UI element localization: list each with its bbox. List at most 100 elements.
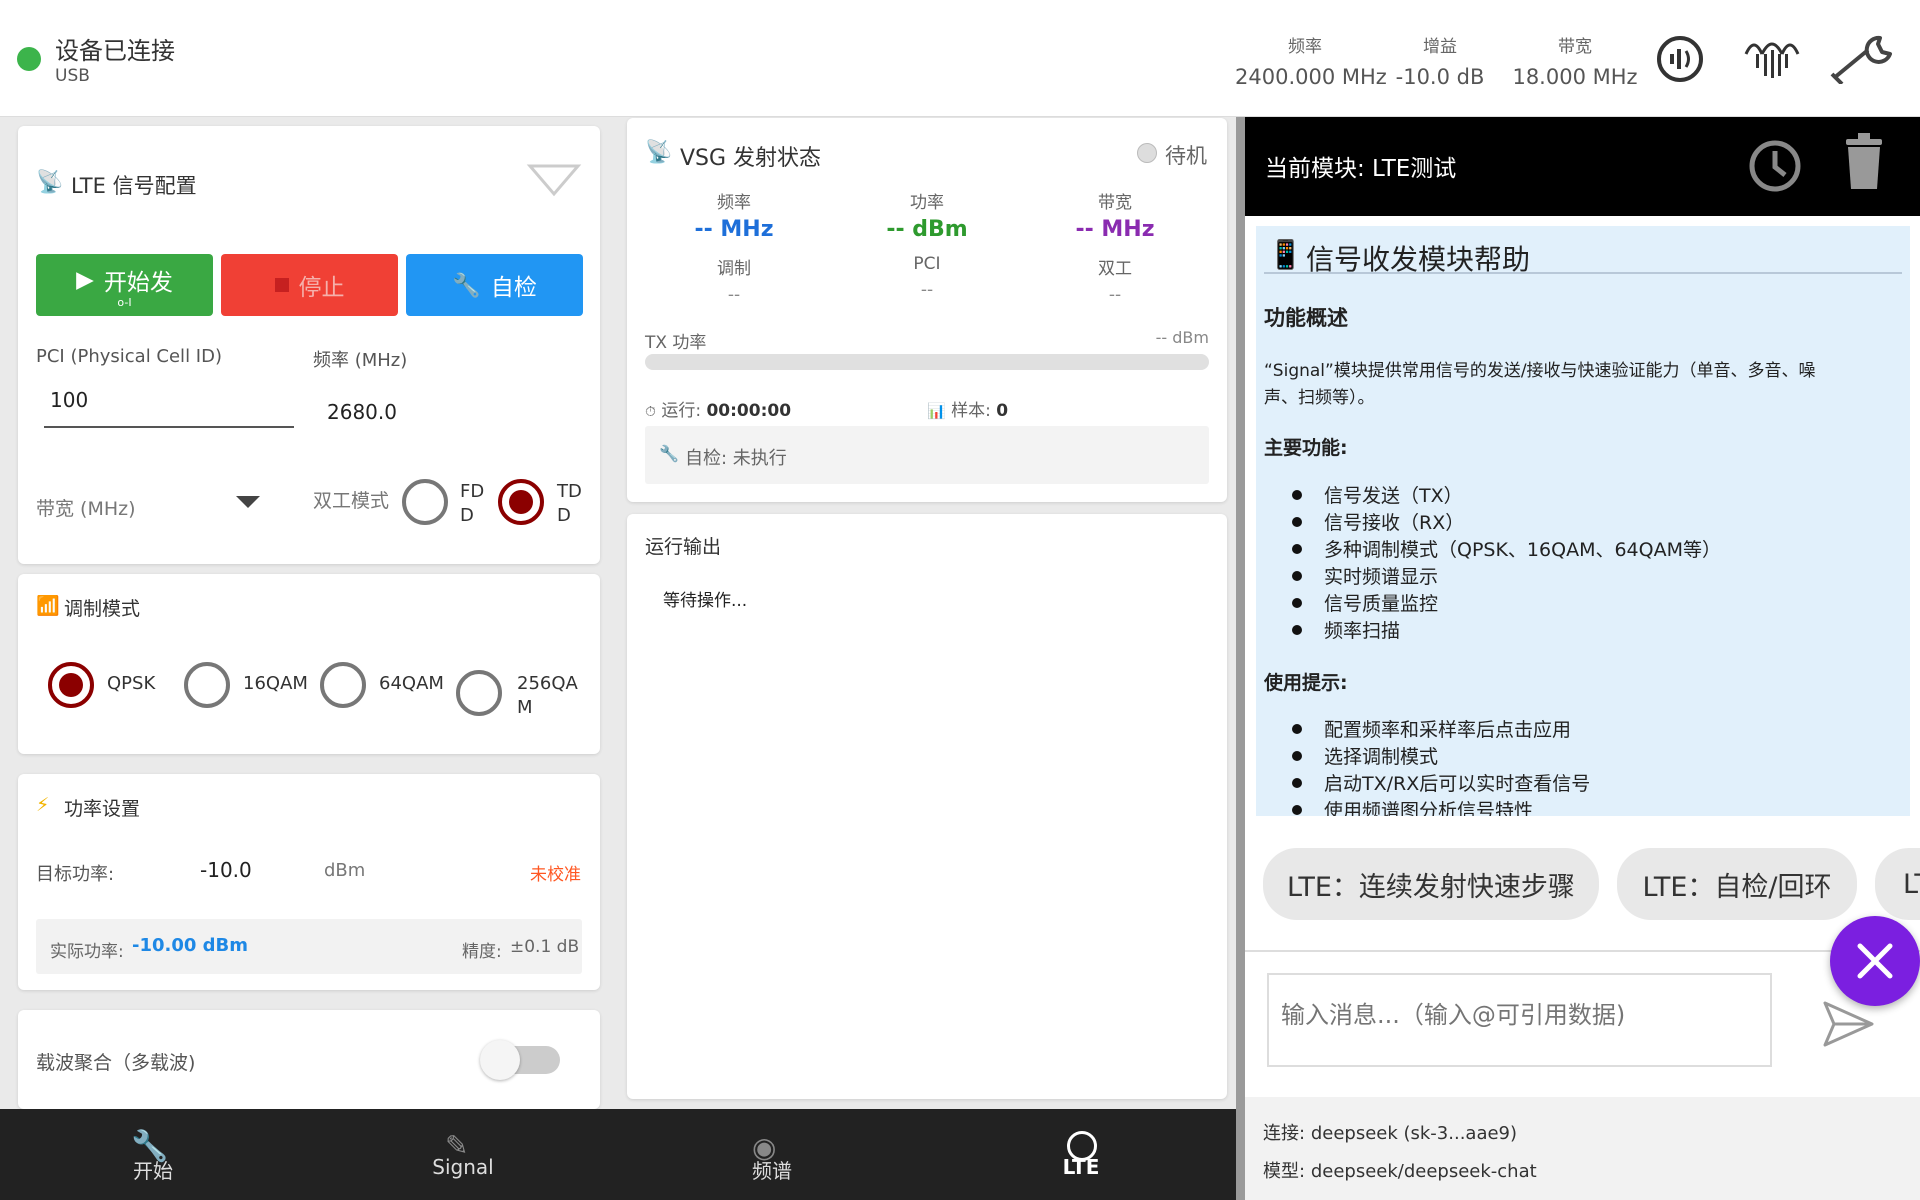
chevron-down-icon[interactable] bbox=[236, 496, 260, 510]
chart-icon: 📊 bbox=[927, 402, 946, 420]
metric-label: 频率 bbox=[717, 193, 751, 213]
quick-chips-row: LTE：连续发射快速步骤 LTE：自检/回环 LT bbox=[1245, 830, 1920, 920]
modulation-64qam-label: 64QAM bbox=[379, 673, 444, 694]
precision-label: 精度: bbox=[462, 942, 502, 962]
metric-value: -- bbox=[1108, 285, 1122, 305]
start-tx-label: 开始发 bbox=[103, 269, 173, 296]
nav-spectrum[interactable]: ◉ 频谱 bbox=[712, 1131, 832, 1184]
help-title-divider bbox=[1264, 272, 1902, 274]
panel-divider[interactable] bbox=[1236, 117, 1245, 1200]
current-module: 当前模块: LTE测试 bbox=[1265, 156, 1457, 182]
modulation-64qam-radio[interactable] bbox=[320, 662, 366, 708]
actual-power-box: 实际功率: -10.00 dBm 精度: ±0.1 dB bbox=[36, 919, 582, 974]
duplex-fdd-label: FD D bbox=[460, 481, 485, 526]
duplex-fdd-radio[interactable] bbox=[402, 479, 448, 525]
runtime-value: 00:00:00 bbox=[706, 401, 792, 421]
metric-label: PCI bbox=[913, 254, 941, 274]
target-power-input[interactable]: -10.0 bbox=[200, 858, 252, 882]
frequency-input[interactable]: 2680.0 bbox=[327, 400, 397, 424]
model-value: deepseek/deepseek-chat bbox=[1310, 1161, 1537, 1182]
pci-label: PCI (Physical Cell ID) bbox=[36, 346, 222, 367]
modulation-256qam-radio[interactable] bbox=[456, 670, 502, 716]
frequency-label: 频率 (MHz) bbox=[313, 350, 408, 371]
wrench-small-icon: 🔧 bbox=[452, 272, 481, 299]
vsg-status-title: VSG 发射状态 bbox=[680, 146, 822, 171]
stop-button[interactable]: 停止 bbox=[221, 254, 398, 316]
send-icon[interactable] bbox=[1822, 1000, 1876, 1048]
waveform-icon[interactable] bbox=[1744, 32, 1800, 82]
wrench-icon[interactable] bbox=[1828, 34, 1896, 84]
signal-meter-icon[interactable] bbox=[1655, 34, 1705, 84]
collapse-triangle-icon[interactable] bbox=[526, 160, 582, 200]
chip-continuous-tx[interactable]: LTE：连续发射快速步骤 bbox=[1263, 848, 1599, 920]
history-clock-icon[interactable] bbox=[1748, 139, 1802, 193]
duplex-tdd-radio[interactable] bbox=[498, 479, 544, 525]
actual-power-value: -10.00 dBm bbox=[132, 935, 249, 956]
duplex-tdd-label: TD D bbox=[557, 481, 582, 526]
stat-gain: 增益 -10.0 dB bbox=[1390, 32, 1490, 89]
tx-power-bar bbox=[645, 354, 1209, 370]
target-power-unit: dBm bbox=[324, 860, 366, 881]
connection-status-title: 设备已连接 bbox=[55, 37, 175, 65]
close-icon bbox=[1857, 943, 1893, 979]
start-tx-button[interactable]: ▶ 开始发 o-I bbox=[36, 254, 213, 316]
antenna-icon: 📡 bbox=[645, 140, 673, 165]
selftest-status: 自检: 未执行 bbox=[685, 448, 787, 469]
metric-pci: PCI -- bbox=[852, 254, 1002, 300]
lte-config-card: 📡 LTE 信号配置 ▶ 开始发 o-I 停止 🔧 自检 PCI (Physica… bbox=[18, 126, 600, 564]
play-icon: ▶ bbox=[76, 266, 94, 293]
message-input[interactable] bbox=[1267, 973, 1772, 1067]
modulation-qpsk-radio[interactable] bbox=[48, 662, 94, 708]
nav-lte[interactable]: LTE bbox=[1021, 1131, 1141, 1179]
pci-input[interactable]: 100 bbox=[44, 388, 294, 428]
self-test-button[interactable]: 🔧 自检 bbox=[406, 254, 583, 316]
list-item: 多种调制模式（QPSK、16QAM、64QAM等） bbox=[1264, 535, 1721, 562]
list-item: 使用频谱图分析信号特性 bbox=[1264, 796, 1590, 816]
modulation-256qam-label: 256QA M bbox=[517, 673, 578, 718]
power-title: 功率设置 bbox=[64, 798, 141, 820]
chip-more[interactable]: LT bbox=[1875, 848, 1920, 920]
stop-label: 停止 bbox=[298, 275, 345, 301]
carrier-aggregation-toggle[interactable] bbox=[480, 1040, 560, 1080]
tx-power-label: TX 功率 bbox=[645, 333, 707, 353]
run-output-card: 运行输出 等待操作... bbox=[627, 514, 1227, 1099]
metric-value: -- bbox=[727, 285, 741, 305]
vsg-status-card: 📡 VSG 发射状态 待机 频率 -- MHz 功率 -- dBm 带宽 -- … bbox=[627, 118, 1227, 502]
model-label: 模型: bbox=[1263, 1161, 1306, 1182]
samples-row: 📊 样本: 0 bbox=[927, 396, 1008, 421]
duplex-mode-label: 双工模式 bbox=[313, 490, 390, 512]
self-test-label: 自检 bbox=[490, 275, 537, 301]
close-fab-button[interactable] bbox=[1830, 916, 1920, 1006]
stat-label: 带宽 bbox=[1558, 37, 1592, 57]
modulation-16qam-radio[interactable] bbox=[184, 662, 230, 708]
list-item: 选择调制模式 bbox=[1264, 742, 1590, 769]
nav-signal[interactable]: ✎ Signal bbox=[403, 1129, 523, 1179]
overview-text-1: “Signal”模块提供常用信号的发送/接收与快速验证能力（单音、多音、噪 bbox=[1264, 361, 1816, 381]
stop-icon bbox=[274, 278, 289, 292]
conn-value: deepseek (sk-3...aae9) bbox=[1310, 1123, 1518, 1144]
connection-info: 连接: deepseek (sk-3...aae9) 模型: deepseek/… bbox=[1245, 1097, 1920, 1200]
wrench-small-icon: 🔧 bbox=[659, 444, 679, 463]
carrier-aggregation-card: 载波聚合（多载波) bbox=[18, 1010, 600, 1109]
metric-modulation: 调制 -- bbox=[659, 254, 809, 305]
run-output-text: 等待操作... bbox=[663, 591, 748, 611]
toggle-knob bbox=[480, 1040, 520, 1080]
stat-label: 频率 bbox=[1288, 37, 1322, 57]
top-bar: 设备已连接 USB 频率 2400.000 MHz 增益 -10.0 dB 带宽… bbox=[0, 0, 1920, 117]
conn-row: 连接: deepseek (sk-3...aae9) bbox=[1263, 1119, 1517, 1145]
metric-duplex: 双工 -- bbox=[1040, 254, 1190, 305]
bottom-nav: 🔧 开始 ✎ Signal ◉ 频谱 LTE bbox=[0, 1109, 1236, 1200]
metric-value: -- bbox=[920, 280, 934, 300]
list-item: 频率扫描 bbox=[1264, 616, 1721, 643]
assistant-header: 当前模块: LTE测试 bbox=[1245, 117, 1920, 216]
runtime-row: ⏱ 运行: 00:00:00 bbox=[645, 396, 791, 421]
nav-signal-label: Signal bbox=[432, 1155, 494, 1179]
stat-frequency: 频率 2400.000 MHz bbox=[1235, 32, 1387, 89]
chip-selftest-loopback[interactable]: LTE：自检/回环 bbox=[1617, 848, 1857, 920]
carrier-aggregation-label: 载波聚合（多载波) bbox=[36, 1052, 196, 1074]
nav-start[interactable]: 🔧 开始 bbox=[93, 1129, 213, 1184]
metric-label: 调制 bbox=[717, 259, 751, 279]
trash-icon[interactable] bbox=[1842, 131, 1886, 193]
help-content[interactable]: 📱 信号收发模块帮助 功能概述 “Signal”模块提供常用信号的发送/接收与快… bbox=[1256, 226, 1910, 816]
selftest-status-box: 🔧 自检: 未执行 bbox=[645, 426, 1209, 484]
